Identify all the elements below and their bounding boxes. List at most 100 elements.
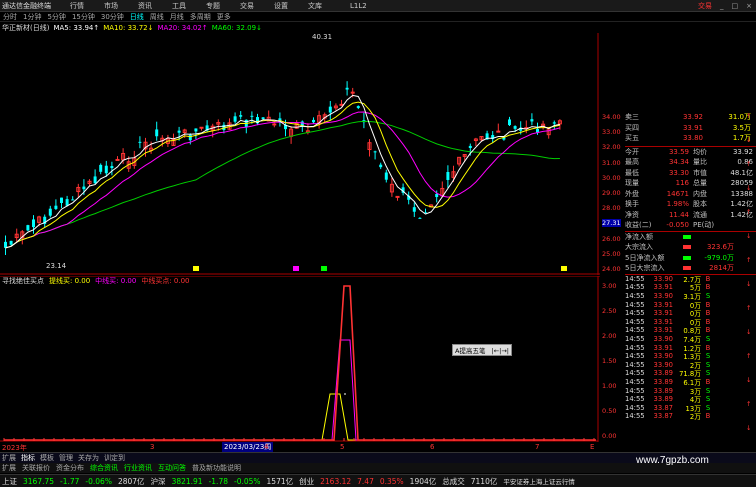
toolbar-item[interactable]: 指标 [21,453,35,463]
sh-amount: 2807亿 [117,476,145,486]
menu-item[interactable]: 行情 [60,1,94,11]
indicator-tick: 1.50 [602,357,617,365]
date-axis: 2023年 2023/03/23周 3 4 5 6 7 E [0,442,600,452]
candle [4,241,7,248]
bottom-tab[interactable]: 普及新功能说明 [192,463,241,473]
side-icon[interactable]: ↓ [746,136,756,160]
trade-button[interactable]: 交易 [698,1,716,11]
cy-label[interactable]: 创业 [299,476,314,487]
period-tab[interactable]: 日线 [127,12,147,22]
side-icon[interactable]: ↑ [746,304,756,328]
side-icon[interactable]: ↓ [746,328,756,352]
menu-item[interactable]: 市场 [94,1,128,11]
period-tab[interactable]: 月线 [167,12,187,22]
side-icon[interactable]: ↓ [746,424,756,448]
toolbar-item[interactable]: 模板 [40,453,54,463]
event-marker[interactable] [561,266,567,271]
red-signal-line [4,285,596,441]
flow-row: 净流入额 [625,232,756,243]
stat-label: 最高 [625,158,639,167]
bottom-tab[interactable]: 互动问答 [158,463,186,473]
event-marker[interactable] [321,266,327,271]
stat-value: 34.34 [668,158,689,167]
cy-value: 2163.12 [320,476,352,486]
tick-time: 14:55 [625,377,645,386]
tooltip-text: A提高五笔 [455,347,486,355]
stat-label-2: 市值 [693,168,707,177]
period-tab[interactable]: 多周期 [187,12,214,22]
period-tab[interactable]: 分时 [0,12,20,22]
stat-value: 1.98% [666,200,689,209]
status-bar: 上证 3167.75 -1.77 -0.06% 2807亿 沪深 3821.91… [0,474,756,487]
period-tab[interactable]: 周线 [147,12,167,22]
side-icon[interactable]: ↑ [746,352,756,376]
ma10-value: MA10: 33.72↓ [103,24,154,32]
event-marker[interactable] [193,266,199,271]
flow-label: 5日大宗流入 [625,264,665,273]
ask-price: 33.80 [682,134,703,143]
toolbar-item[interactable]: 管理 [59,453,73,463]
ask-volume: 31.0万 [728,113,751,122]
menu-item[interactable]: 资讯 [128,1,162,11]
menu-item[interactable]: 工具 [162,1,196,11]
period-tab[interactable]: 更多 [214,12,234,22]
tick-price: 33.91 [653,317,673,326]
candle [272,123,277,126]
side-icon[interactable]: ↑ [746,208,756,232]
order-book: 卖三 33.92 31.0万 买四 33.91 3.5万 买五 33.80 1.7万 [625,112,756,144]
sh-label[interactable]: 上证 [2,476,17,487]
tick-side: S [705,403,711,412]
bottom-tab[interactable]: 扩展 [2,463,16,473]
tick-side: B [705,317,711,326]
tooltip-box[interactable]: A提高五笔 |←|→| [452,344,512,356]
stat-label: 现量 [625,179,639,188]
toolbar-item[interactable]: 扩展 [2,453,16,463]
stat-label: 今开 [625,147,639,156]
minimize-icon[interactable]: _ [716,2,728,10]
maximize-icon[interactable]: □ [728,2,743,10]
bottom-tab[interactable]: 关联报价 [22,463,50,473]
tick-side: B [705,343,711,352]
indicator-panel[interactable]: 寻找绝佳买点 提线买: 0.00 中线买: 0.00 中线买点: 0.00 A提… [0,276,600,442]
kline-chart[interactable]: 40.31 23.14 [0,33,600,275]
stat-row: 外盘 14671 内盘 13388 [625,189,756,200]
side-icon[interactable]: ↑ [746,256,756,280]
side-icon[interactable]: ↓ [746,280,756,304]
price-axis: 34.00 33.00 32.00 31.00 30.00 29.00 28.00 27.31… [602,33,624,275]
bottom-tab[interactable]: 综合资讯 [90,463,118,473]
menu-item[interactable]: 交易 [230,1,264,11]
period-tab[interactable]: 30分钟 [98,12,127,22]
bottom-tab[interactable]: 资金分布 [56,463,84,473]
flow-label: 净流入额 [625,232,653,241]
period-tab[interactable]: 15分钟 [69,12,98,22]
right-scroll-icons[interactable]: ↑ ↓ ↑ ↓ ↑ ↓ ↑ ↓ ↑ ↓ ↑ ↓ ↑ ↓ [746,112,756,452]
toolbar-item[interactable]: 关存为 [78,453,99,463]
period-tab[interactable]: 1分钟 [20,12,44,22]
l1l2-label[interactable]: L1L2 [350,2,367,10]
stat-label: 最低 [625,168,639,177]
period-tab[interactable]: 5分钟 [44,12,68,22]
tooltip-arrows-icon[interactable]: |←|→| [492,347,509,355]
price-tick: 26.00 [602,234,621,243]
toolbar-item[interactable]: 训定到 [104,453,125,463]
menu-item[interactable]: 专题 [196,1,230,11]
side-icon[interactable]: ↑ [746,160,756,184]
tick-time: 14:55 [625,412,645,421]
sz-label[interactable]: 沪深 [151,476,166,487]
side-icon[interactable]: ↓ [746,232,756,256]
candle [379,164,383,168]
bottom-tab[interactable]: 行业资讯 [124,463,152,473]
side-icon[interactable]: ↓ [746,184,756,208]
high-annotation: 40.31 [312,33,332,41]
stat-label-2: 总量 [693,179,707,188]
menu-item[interactable]: 文库 [298,1,332,11]
tick-side: B [705,412,711,421]
tick-list[interactable]: 14:55 33.90 2.7万 B 14:55 33.91 5万 B 14:55 33.90 3.… [625,273,756,421]
side-icon[interactable]: ↑ [746,400,756,424]
side-icon[interactable]: ↑ [746,112,756,136]
event-marker[interactable] [293,266,299,271]
tick-price: 33.89 [653,369,673,378]
menu-item[interactable]: 设置 [264,1,298,11]
close-icon[interactable]: × [742,2,756,10]
side-icon[interactable]: ↓ [746,376,756,400]
